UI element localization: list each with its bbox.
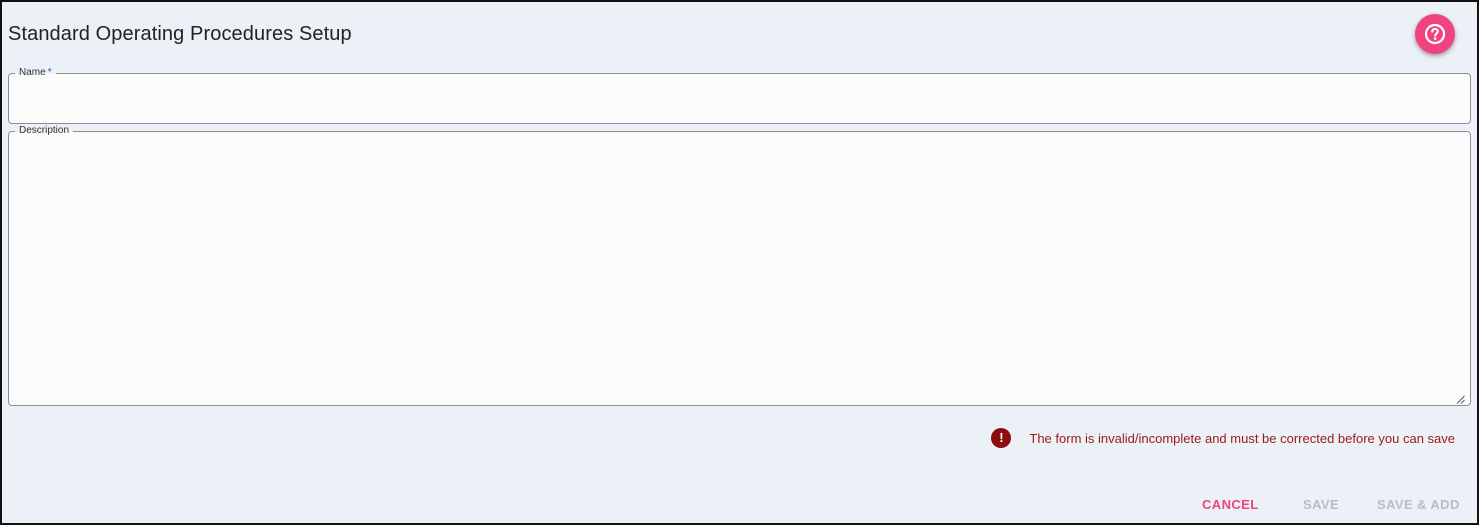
name-field-label: Name * [15, 67, 56, 79]
description-field[interactable]: Description [8, 125, 1471, 406]
page-title: Standard Operating Procedures Setup [8, 23, 352, 45]
validation-text: The form is invalid/incomplete and must … [1029, 430, 1455, 446]
name-label-text: Name [19, 67, 46, 78]
help-button[interactable] [1415, 14, 1455, 54]
help-circle-icon [1424, 23, 1446, 45]
description-textarea[interactable] [19, 146, 1460, 397]
error-icon: ! [991, 428, 1012, 448]
validation-message: ! The form is invalid/incomplete and mus… [991, 428, 1455, 448]
name-input[interactable] [19, 88, 1460, 115]
resize-handle-icon[interactable] [1456, 391, 1465, 404]
name-field[interactable]: Name * [8, 67, 1471, 124]
cancel-button[interactable]: CANCEL [1202, 497, 1259, 512]
save-and-add-button[interactable]: SAVE & ADD [1377, 497, 1460, 512]
sop-setup-dialog: Standard Operating Procedures Setup Name… [0, 0, 1479, 525]
description-field-label: Description [15, 125, 74, 137]
save-button[interactable]: SAVE [1303, 497, 1339, 512]
required-mark: * [47, 67, 52, 78]
